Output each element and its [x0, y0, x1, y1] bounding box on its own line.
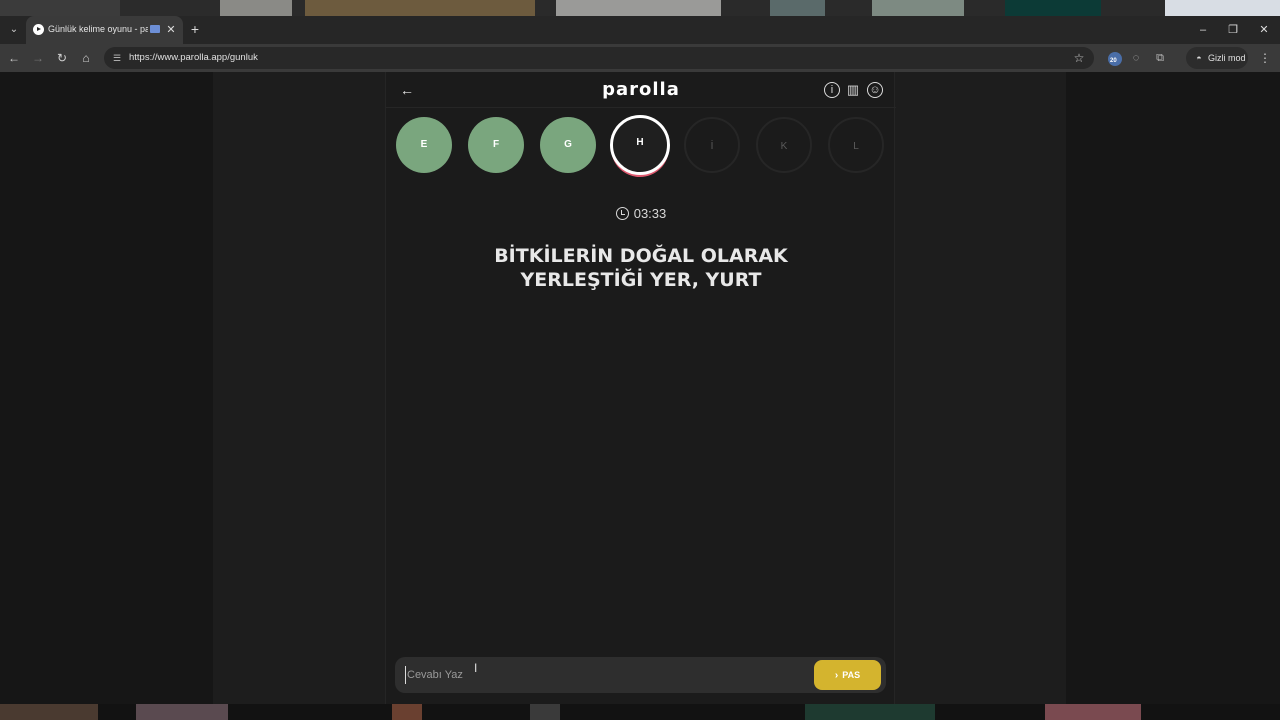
- answer-input[interactable]: [405, 666, 795, 684]
- letter-circle: İ: [684, 117, 740, 173]
- close-tab-icon[interactable]: ✕: [165, 23, 177, 37]
- browser-tab-bar: ⌄ Günlük kelime oyunu - par ✕ + – ❐ ✕: [0, 16, 1280, 44]
- extensions-puzzle-icon[interactable]: ⧉: [1152, 50, 1168, 66]
- stats-icon[interactable]: ▥: [845, 82, 861, 98]
- timer-value: 03:33: [633, 206, 667, 221]
- tab-title: Günlük kelime oyunu - par: [48, 24, 148, 34]
- extension-badge-count: 20: [1110, 58, 1117, 64]
- back-arrow-icon[interactable]: ←: [6, 50, 22, 66]
- cast-media-icon: [150, 25, 160, 33]
- page-viewport: ← parolla i ▥ ☺ E F G H İ K L 03:33 BİTK…: [0, 72, 1280, 704]
- letter-circle: E: [396, 117, 452, 173]
- desktop-wallpaper-strip-top: [0, 0, 1280, 16]
- incognito-indicator[interactable]: ◓ Gizli mod: [1186, 47, 1248, 69]
- question-line: BİTKİLERİN DOĞAL OLARAK: [494, 245, 788, 267]
- answer-bar: ›PAS: [395, 657, 886, 693]
- restore-window-icon[interactable]: ❐: [1225, 22, 1241, 38]
- address-bar[interactable]: ☰ https://www.parolla.app/gunluk ☆: [104, 47, 1094, 69]
- forward-arrow-icon[interactable]: →: [30, 50, 46, 66]
- tab-search-chevron-icon[interactable]: ⌄: [6, 22, 22, 38]
- browser-tab-active[interactable]: Günlük kelime oyunu - par ✕: [26, 16, 183, 44]
- close-window-icon[interactable]: ✕: [1256, 22, 1272, 38]
- user-icon[interactable]: ☺: [867, 82, 883, 98]
- timer: 03:33: [386, 206, 896, 221]
- new-tab-plus-icon[interactable]: +: [188, 21, 202, 37]
- home-icon[interactable]: ⌂: [78, 50, 94, 66]
- app-header: ← parolla i ▥ ☺: [386, 72, 896, 108]
- incognito-label: Gizli mod: [1208, 53, 1246, 63]
- letter-circle: F: [468, 117, 524, 173]
- info-icon[interactable]: i: [824, 82, 840, 98]
- letter-circle-current: H: [610, 115, 670, 175]
- browser-toolbar: ← → ↻ ⌂ ☰ https://www.parolla.app/gunluk…: [0, 44, 1280, 72]
- minimize-icon[interactable]: –: [1195, 22, 1211, 38]
- desktop-wallpaper-strip-bottom: [0, 704, 1280, 720]
- letter-circle: L: [828, 117, 884, 173]
- letter-circle: G: [540, 117, 596, 173]
- letter-circle: K: [756, 117, 812, 173]
- game-panel: ← parolla i ▥ ☺ E F G H İ K L 03:33 BİTK…: [385, 72, 896, 704]
- pass-button-label: PAS: [842, 670, 861, 680]
- incognito-icon: ◓: [1196, 53, 1202, 63]
- question-line: YERLEŞTİĞİ YER, YURT: [520, 269, 762, 291]
- clock-icon: [615, 207, 629, 220]
- chevron-right-icon: ›: [834, 670, 839, 681]
- reload-icon[interactable]: ↻: [54, 50, 70, 66]
- site-info-icon[interactable]: ☰: [111, 52, 123, 64]
- app-logo: parolla: [602, 79, 680, 100]
- browser-menu-icon[interactable]: ⋮: [1258, 50, 1272, 66]
- question-text: BİTKİLERİN DOĞAL OLARAK YERLEŞTİĞİ YER, …: [446, 244, 836, 292]
- text-cursor-icon: I: [474, 661, 478, 675]
- play-icon: [33, 24, 44, 35]
- address-url[interactable]: https://www.parolla.app/gunluk: [129, 52, 258, 63]
- letter-progress: E F G H İ K L: [396, 115, 886, 177]
- bookmark-star-icon[interactable]: ☆: [1072, 50, 1086, 66]
- extension-puzzle-secondary-icon[interactable]: ◌: [1128, 50, 1144, 66]
- pass-button[interactable]: › PAS: [814, 660, 881, 690]
